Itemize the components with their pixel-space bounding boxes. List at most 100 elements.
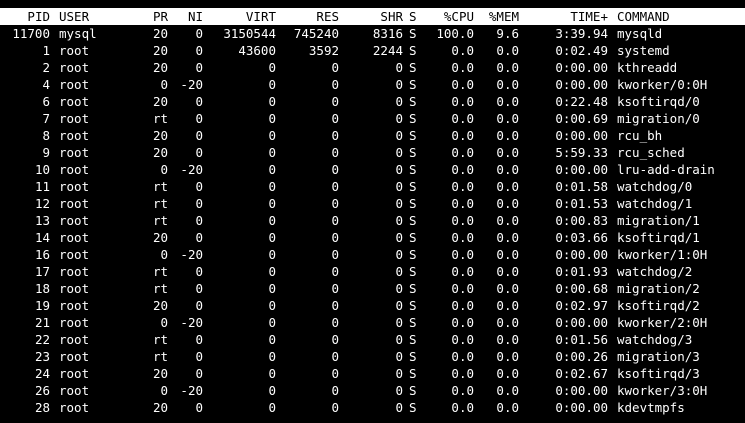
- process-priority: 20: [152, 128, 168, 143]
- process-priority: 20: [152, 145, 168, 160]
- process-virt: 0: [268, 162, 276, 177]
- process-shr: 0: [395, 196, 403, 211]
- process-row[interactable]: 19 root 20 0 0 0 0 S 0.0 0.0 0:02.97 ksoftirqd/2: [0, 297, 745, 314]
- process-user: root: [59, 60, 90, 75]
- process-priority: rt: [152, 264, 168, 279]
- process-shr: 0: [395, 230, 403, 245]
- process-row[interactable]: 11 root rt 0 0 0 0 S 0.0 0.0 0:01.58 watchdog/0: [0, 178, 745, 195]
- top-process-terminal[interactable]: PID USER PR NI VIRT RES SHR S %CPU %MEM …: [0, 0, 745, 423]
- process-pid: 14: [34, 230, 50, 245]
- process-state: S: [409, 111, 417, 126]
- process-time: 0:02.67: [555, 366, 608, 381]
- process-row[interactable]: 6 root 20 0 0 0 0 S 0.0 0.0 0:22.48 ksoftirqd/0: [0, 93, 745, 110]
- process-virt: 43600: [238, 43, 276, 58]
- process-priority: rt: [152, 349, 168, 364]
- process-pid: 26: [34, 383, 50, 398]
- process-row[interactable]: 8 root 20 0 0 0 0 S 0.0 0.0 0:00.00 rcu_bh: [0, 127, 745, 144]
- process-time: 0:01.93: [555, 264, 608, 279]
- process-virt: 0: [268, 77, 276, 92]
- process-shr: 0: [395, 111, 403, 126]
- process-priority: 0: [160, 383, 168, 398]
- process-virt: 0: [268, 145, 276, 160]
- header-state[interactable]: S: [409, 8, 421, 25]
- process-time: 0:01.56: [555, 332, 608, 347]
- header-virt[interactable]: VIRT: [205, 8, 276, 25]
- process-nice: 0: [195, 196, 203, 211]
- process-state: S: [409, 400, 417, 415]
- process-row[interactable]: 4 root 0 -20 0 0 0 S 0.0 0.0 0:00.00 kworker/0:0H: [0, 76, 745, 93]
- process-row[interactable]: 11700 mysql 20 0 3150544 745240 8316 S 100.0 9.6 3…: [0, 25, 745, 42]
- process-time: 0:02.49: [555, 43, 608, 58]
- process-row[interactable]: 7 root rt 0 0 0 0 S 0.0 0.0 0:00.69 migration/0: [0, 110, 745, 127]
- process-time: 0:00.00: [555, 400, 608, 415]
- process-row[interactable]: 17 root rt 0 0 0 0 S 0.0 0.0 0:01.93 watchdog/2: [0, 263, 745, 280]
- process-row[interactable]: 28 root 20 0 0 0 0 S 0.0 0.0 0:00.00 kdevtmpfs: [0, 399, 745, 416]
- process-priority: rt: [152, 196, 168, 211]
- header-res[interactable]: RES: [278, 8, 339, 25]
- process-command: systemd: [617, 43, 670, 58]
- process-user: root: [59, 128, 90, 143]
- process-mem: 0.0: [496, 60, 519, 75]
- process-row[interactable]: 21 root 0 -20 0 0 0 S 0.0 0.0 0:00.00 kworker/2:0H: [0, 314, 745, 331]
- process-res: 0: [331, 111, 339, 126]
- process-state: S: [409, 26, 417, 41]
- process-priority: rt: [152, 111, 168, 126]
- process-user: root: [59, 162, 90, 177]
- process-virt: 0: [268, 383, 276, 398]
- header-nice[interactable]: NI: [168, 8, 203, 25]
- process-res: 0: [331, 128, 339, 143]
- process-row[interactable]: 18 root rt 0 0 0 0 S 0.0 0.0 0:00.68 migration/2: [0, 280, 745, 297]
- process-row[interactable]: 14 root 20 0 0 0 0 S 0.0 0.0 0:03.66 ksoftirqd/1: [0, 229, 745, 246]
- process-row[interactable]: 24 root 20 0 0 0 0 S 0.0 0.0 0:02.67 ksoftirqd/3: [0, 365, 745, 382]
- process-pid: 2: [42, 60, 50, 75]
- process-shr: 0: [395, 94, 403, 109]
- header-mem[interactable]: %MEM: [478, 8, 519, 25]
- process-pid: 22: [34, 332, 50, 347]
- header-pid[interactable]: PID: [0, 8, 50, 25]
- process-virt: 0: [268, 366, 276, 381]
- process-nice: 0: [195, 366, 203, 381]
- process-virt: 0: [268, 298, 276, 313]
- process-command: kthreadd: [617, 60, 678, 75]
- process-shr: 2244: [372, 43, 403, 58]
- process-row[interactable]: 1 root 20 0 43600 3592 2244 S 0.0 0.0 0:02.49 syste…: [0, 42, 745, 59]
- header-time[interactable]: TIME+: [525, 8, 608, 25]
- process-user: root: [59, 179, 90, 194]
- process-time: 0:22.48: [555, 94, 608, 109]
- process-user: root: [59, 383, 90, 398]
- process-nice: 0: [195, 230, 203, 245]
- process-row[interactable]: 12 root rt 0 0 0 0 S 0.0 0.0 0:01.53 watchdog/1: [0, 195, 745, 212]
- process-row[interactable]: 10 root 0 -20 0 0 0 S 0.0 0.0 0:00.00 lru-add-drain: [0, 161, 745, 178]
- process-time: 5:59.33: [555, 145, 608, 160]
- header-user[interactable]: USER: [59, 8, 129, 25]
- process-res: 0: [331, 366, 339, 381]
- process-virt: 0: [268, 247, 276, 262]
- process-row[interactable]: 23 root rt 0 0 0 0 S 0.0 0.0 0:00.26 migration/3: [0, 348, 745, 365]
- process-user: root: [59, 213, 90, 228]
- process-row[interactable]: 2 root 20 0 0 0 0 S 0.0 0.0 0:00.00 kthreadd: [0, 59, 745, 76]
- process-shr: 8316: [372, 26, 403, 41]
- process-shr: 0: [395, 213, 403, 228]
- header-priority[interactable]: PR: [132, 8, 168, 25]
- process-state: S: [409, 281, 417, 296]
- header-command[interactable]: COMMAND: [617, 8, 745, 25]
- process-time: 0:00.00: [555, 128, 608, 143]
- process-command: kworker/1:0H: [617, 247, 708, 262]
- process-row[interactable]: 26 root 0 -20 0 0 0 S 0.0 0.0 0:00.00 kworker/3:0H: [0, 382, 745, 399]
- process-priority: 20: [152, 43, 168, 58]
- process-row[interactable]: 22 root rt 0 0 0 0 S 0.0 0.0 0:01.56 watchdog/3: [0, 331, 745, 348]
- process-res: 0: [331, 383, 339, 398]
- process-shr: 0: [395, 60, 403, 75]
- process-pid: 28: [34, 400, 50, 415]
- header-cpu[interactable]: %CPU: [424, 8, 474, 25]
- process-virt: 0: [268, 196, 276, 211]
- process-user: root: [59, 315, 90, 330]
- header-shr[interactable]: SHR: [341, 8, 403, 25]
- process-mem: 0.0: [496, 162, 519, 177]
- process-virt: 3150544: [223, 26, 276, 41]
- process-row[interactable]: 13 root rt 0 0 0 0 S 0.0 0.0 0:00.83 migration/1: [0, 212, 745, 229]
- process-row[interactable]: 16 root 0 -20 0 0 0 S 0.0 0.0 0:00.00 kworker/1:0H: [0, 246, 745, 263]
- process-row[interactable]: 9 root 20 0 0 0 0 S 0.0 0.0 5:59.33 rcu_sched: [0, 144, 745, 161]
- process-priority: rt: [152, 332, 168, 347]
- process-mem: 0.0: [496, 383, 519, 398]
